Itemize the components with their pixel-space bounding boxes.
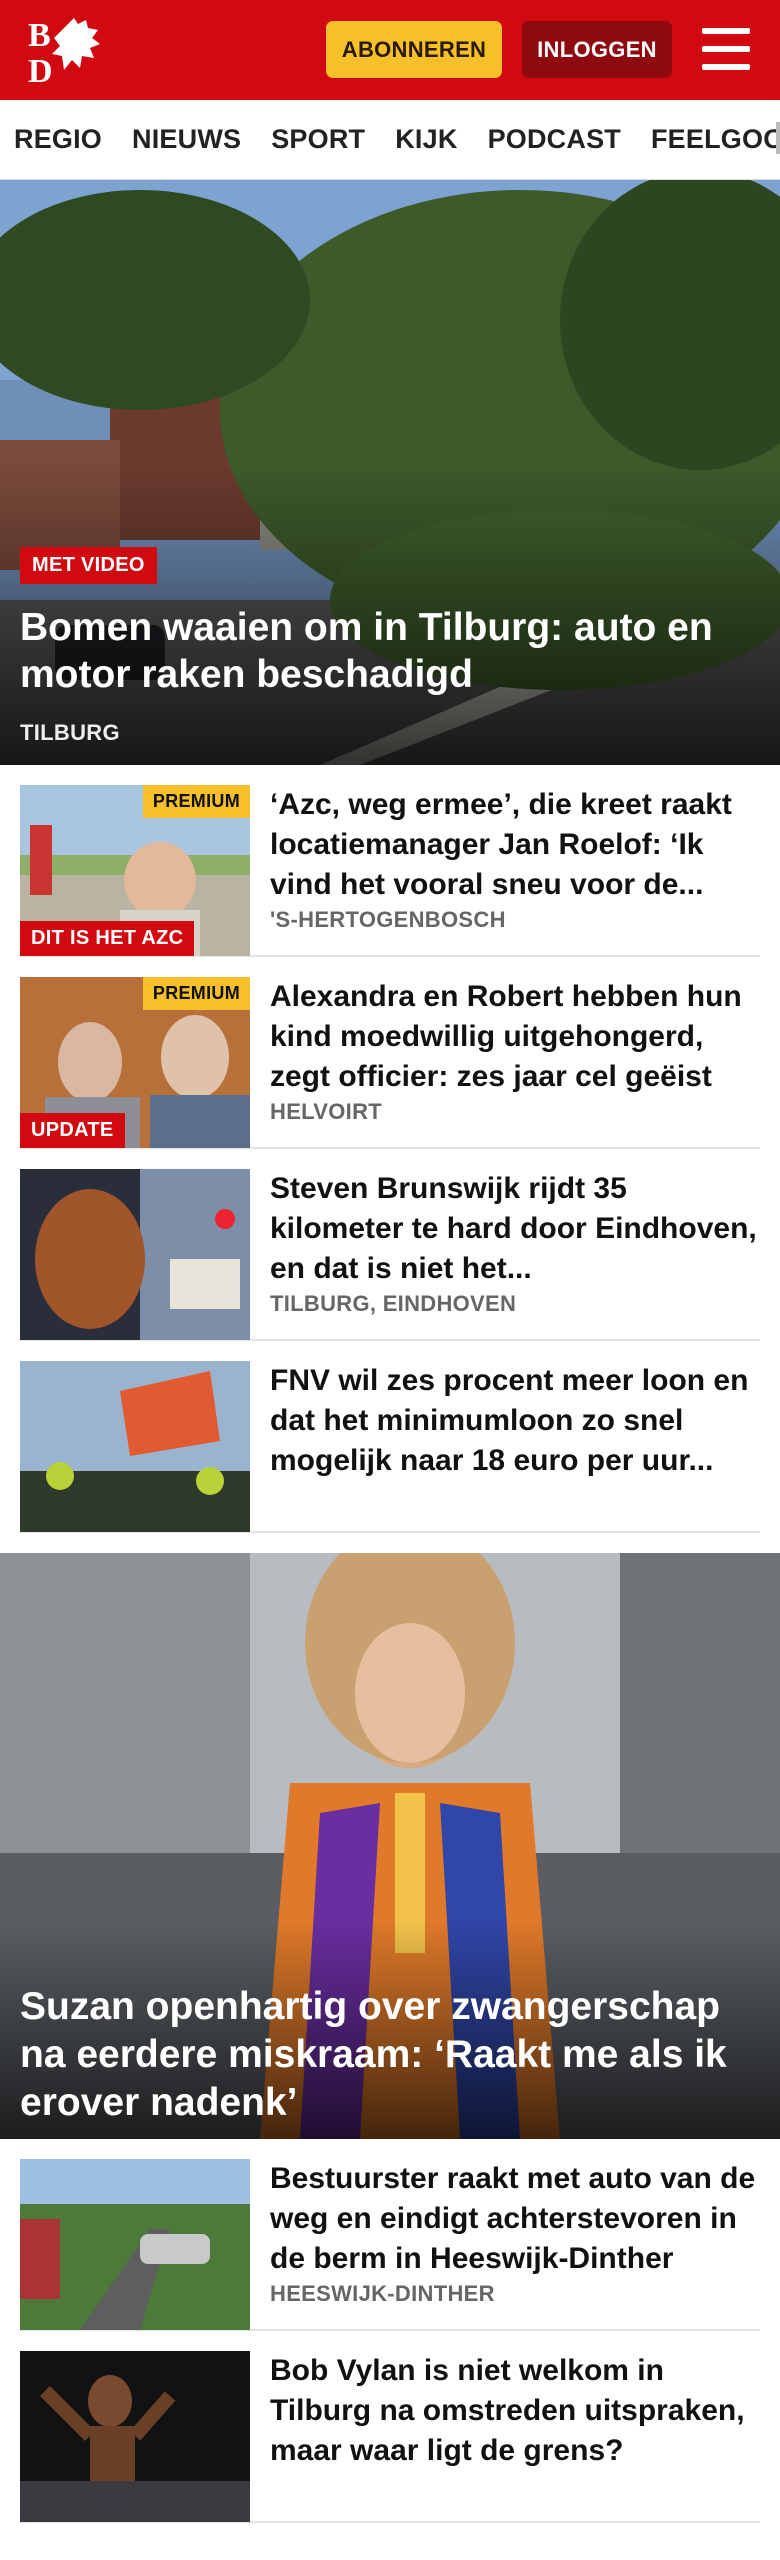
article-location: HELVOIRT: [270, 1099, 382, 1124]
main-nav: REGIO NIEUWS SPORT KIJK PODCAST FEELGOOD: [0, 100, 780, 180]
article-location: HEESWIJK-DINTHER: [270, 2281, 495, 2306]
subscribe-button[interactable]: ABONNEREN: [326, 21, 502, 78]
article-headline[interactable]: ‘Azc, weg ermee’, die kreet raakt locati…: [270, 785, 760, 905]
article-list: PREMIUM DIT IS HET AZC ‘Azc, weg ermee’,…: [0, 765, 780, 1533]
article-thumbnail: [20, 1169, 250, 1340]
hero-location: TILBURG: [20, 720, 120, 745]
article-list-2: Bestuurster raakt met auto van de weg en…: [0, 2139, 780, 2523]
article-headline[interactable]: Bob Vylan is niet welkom in Tilburg na o…: [270, 2351, 760, 2471]
premium-badge: PREMIUM: [142, 785, 250, 818]
article-headline[interactable]: FNV wil zes procent meer loon en dat het…: [270, 1361, 760, 1481]
list-item[interactable]: FNV wil zes procent meer loon en dat het…: [20, 1341, 760, 1533]
article-thumbnail: [20, 2351, 250, 2522]
article-location: 'S-HERTOGENBOSCH: [270, 907, 506, 932]
nav-scroll-hint: [776, 122, 780, 154]
bd-logo[interactable]: B D: [26, 14, 118, 86]
nav-item-podcast[interactable]: PODCAST: [488, 124, 621, 155]
video-badge: MET VIDEO: [20, 547, 157, 584]
hero-article[interactable]: MET VIDEO Bomen waaien om in Tilburg: au…: [0, 180, 780, 765]
feature-article[interactable]: Suzan openhartig over zwangerschap na ee…: [0, 1553, 780, 2139]
hero-headline[interactable]: Bomen waaien om in Tilburg: auto en moto…: [20, 604, 760, 698]
article-thumbnail: PREMIUM UPDATE: [20, 977, 250, 1148]
list-item[interactable]: Bob Vylan is niet welkom in Tilburg na o…: [20, 2331, 760, 2523]
list-item[interactable]: PREMIUM UPDATE Alexandra en Robert hebbe…: [20, 957, 760, 1149]
nav-item-feelgood[interactable]: FEELGOOD: [651, 124, 780, 155]
premium-badge: PREMIUM: [142, 977, 250, 1010]
nav-item-regio[interactable]: REGIO: [14, 124, 102, 155]
login-button[interactable]: INLOGGEN: [522, 21, 672, 78]
svg-text:D: D: [28, 53, 53, 86]
article-tag: DIT IS HET AZC: [20, 921, 195, 956]
article-headline[interactable]: Alexandra en Robert hebben hun kind moed…: [270, 977, 760, 1097]
article-thumbnail: [20, 1361, 250, 1532]
nav-item-kijk[interactable]: KIJK: [395, 124, 457, 155]
svg-text:B: B: [28, 17, 51, 54]
nav-item-sport[interactable]: SPORT: [271, 124, 365, 155]
list-item[interactable]: PREMIUM DIT IS HET AZC ‘Azc, weg ermee’,…: [20, 765, 760, 957]
feature-headline[interactable]: Suzan openhartig over zwangerschap na ee…: [20, 1983, 760, 2127]
hamburger-icon[interactable]: [702, 28, 750, 70]
article-location: TILBURG, EINDHOVEN: [270, 1291, 517, 1316]
article-headline[interactable]: Steven Brunswijk rijdt 35 kilometer te h…: [270, 1169, 760, 1289]
list-item[interactable]: Steven Brunswijk rijdt 35 kilometer te h…: [20, 1149, 760, 1341]
article-tag: UPDATE: [20, 1113, 125, 1148]
article-thumbnail: PREMIUM DIT IS HET AZC: [20, 785, 250, 956]
list-item[interactable]: Bestuurster raakt met auto van de weg en…: [20, 2139, 760, 2331]
article-thumbnail: [20, 2159, 250, 2330]
top-bar: B D ABONNEREN INLOGGEN: [0, 0, 780, 100]
article-headline[interactable]: Bestuurster raakt met auto van de weg en…: [270, 2159, 760, 2279]
nav-item-nieuws[interactable]: NIEUWS: [132, 124, 241, 155]
